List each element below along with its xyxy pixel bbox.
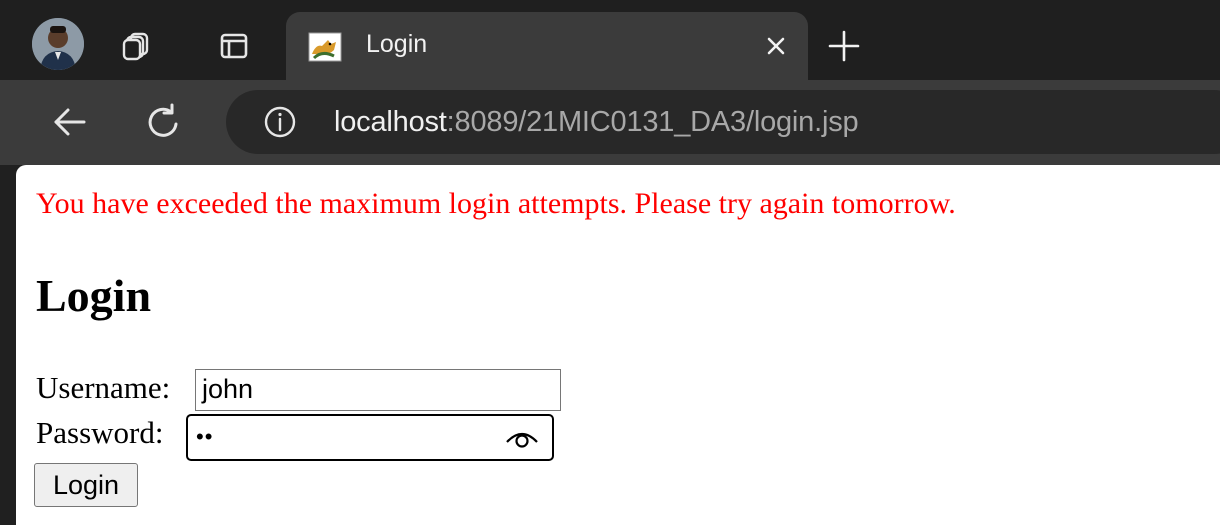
profile-avatar[interactable] bbox=[32, 18, 84, 70]
error-message: You have exceeded the maximum login atte… bbox=[36, 187, 956, 220]
url-text[interactable]: localhost:8089/21MIC0131_DA3/login.jsp bbox=[334, 106, 859, 139]
password-input[interactable]: •• bbox=[186, 414, 554, 461]
page-viewport: You have exceeded the maximum login atte… bbox=[16, 165, 1220, 525]
url-host: localhost bbox=[334, 106, 447, 138]
tab-title: Login bbox=[366, 30, 428, 58]
browser-toolbar: localhost:8089/21MIC0131_DA3/login.jsp bbox=[0, 80, 1220, 165]
tab-login[interactable]: Login bbox=[286, 12, 808, 80]
workspaces-icon[interactable] bbox=[118, 28, 154, 64]
tomcat-icon bbox=[308, 32, 342, 62]
reload-icon[interactable] bbox=[142, 100, 186, 144]
username-value: john bbox=[202, 374, 254, 404]
username-input[interactable]: john bbox=[195, 369, 561, 411]
address-bar[interactable]: localhost:8089/21MIC0131_DA3/login.jsp bbox=[226, 90, 1220, 154]
show-password-eye-icon[interactable] bbox=[504, 424, 540, 452]
password-mask: •• bbox=[196, 424, 214, 449]
page-title: Login bbox=[36, 270, 152, 321]
username-label: Username: bbox=[36, 370, 171, 405]
back-arrow-icon[interactable] bbox=[48, 100, 92, 144]
info-icon[interactable] bbox=[262, 104, 298, 140]
url-path: :8089/21MIC0131_DA3/login.jsp bbox=[446, 106, 859, 138]
login-button[interactable]: Login bbox=[34, 463, 138, 507]
plus-icon[interactable] bbox=[826, 28, 862, 64]
tab-strip: Login bbox=[0, 0, 1220, 80]
password-label: Password: bbox=[36, 415, 164, 450]
tab-actions-icon[interactable] bbox=[216, 28, 252, 64]
close-icon[interactable] bbox=[764, 34, 788, 58]
